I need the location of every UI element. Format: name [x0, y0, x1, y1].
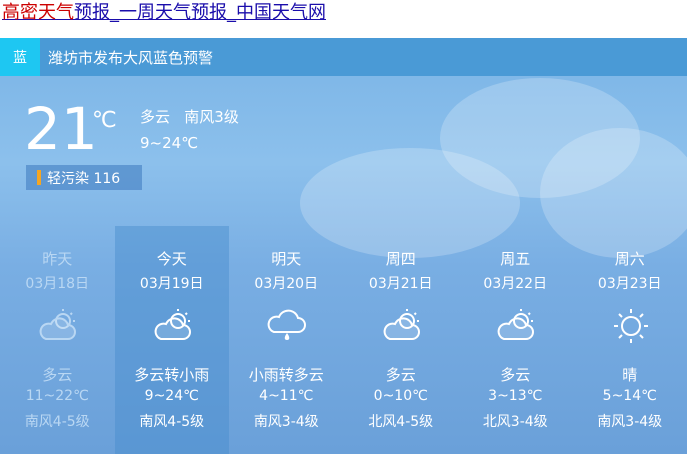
day-temperature: 4~11℃	[259, 388, 314, 404]
aqi-level-bar	[37, 170, 41, 185]
day-condition: 多云	[500, 366, 531, 384]
current-condition: 多云 南风3级	[140, 108, 239, 126]
day-temperature: 11~22℃	[25, 388, 89, 404]
day-date: 03月18日	[25, 276, 90, 292]
day-wind: 北风3-4级	[482, 414, 548, 430]
day-name: 今天	[156, 250, 187, 268]
forecast-day[interactable]: 明天 03月20日 小雨转多云 4~11℃ 南风3-4级	[229, 226, 344, 454]
day-date: 03月20日	[254, 276, 319, 292]
day-condition: 晴	[622, 366, 638, 384]
day-wind: 南风4-5级	[139, 414, 205, 430]
weather-alert-bar[interactable]: 蓝 潍坊市发布大风蓝色预警	[0, 38, 687, 76]
title-city: 高密天气	[2, 2, 74, 23]
current-temperature: 21	[24, 95, 98, 163]
day-temperature: 5~14℃	[602, 388, 657, 404]
cloudy-icon	[37, 306, 79, 346]
forecast-day[interactable]: 周四 03月21日 多云 0~10℃ 北风4-5级	[344, 226, 459, 454]
cloudy-icon	[495, 306, 537, 346]
air-quality-badge[interactable]: 轻污染 116	[26, 165, 142, 190]
forecast-day[interactable]: 周五 03月22日 多云 3~13℃ 北风3-4级	[458, 226, 573, 454]
day-name: 周四	[385, 250, 416, 268]
forecast-day[interactable]: 今天 03月19日 多云转小雨 9~24℃ 南风4-5级	[114, 226, 229, 454]
current-temp-range: 9~24℃	[140, 134, 199, 152]
day-temperature: 3~13℃	[488, 388, 543, 404]
day-name: 周六	[614, 250, 645, 268]
rain-icon	[266, 306, 308, 346]
temperature-unit: ℃	[92, 108, 117, 133]
page-title-link[interactable]: 高密天气预报_一周天气预报_中国天气网	[2, 1, 326, 25]
alert-level-badge: 蓝	[0, 38, 40, 76]
day-date: 03月23日	[597, 276, 662, 292]
day-date: 03月21日	[368, 276, 433, 292]
day-name: 周五	[500, 250, 531, 268]
forecast-day[interactable]: 昨天 03月18日 多云 11~22℃ 南风4-5级	[0, 226, 115, 454]
day-wind: 南风4-5级	[24, 414, 90, 430]
day-wind: 南风3-4级	[597, 414, 663, 430]
alert-text[interactable]: 潍坊市发布大风蓝色预警	[48, 47, 213, 68]
day-date: 03月22日	[483, 276, 548, 292]
day-name: 昨天	[42, 250, 73, 268]
forecast-day[interactable]: 周六 03月23日晴 5~14℃ 南风3-4级	[573, 226, 687, 454]
aqi-text: 轻污染 116	[47, 170, 121, 187]
forecast-row: 昨天 03月18日 多云 11~22℃ 南风4-5级 今天 03月19日 多云转小雨 9~24℃…	[0, 226, 687, 454]
day-condition: 多云	[385, 366, 416, 384]
cloudy-icon	[152, 306, 194, 346]
day-condition: 小雨转多云	[248, 366, 324, 384]
day-temperature: 9~24℃	[144, 388, 199, 404]
cloudy-icon	[381, 306, 423, 346]
day-temperature: 0~10℃	[373, 388, 428, 404]
day-condition: 多云转小雨	[134, 366, 210, 384]
sunny-icon	[610, 306, 652, 346]
day-wind: 北风4-5级	[368, 414, 434, 430]
day-date: 03月19日	[139, 276, 204, 292]
title-rest: 预报_一周天气预报_中国天气网	[74, 2, 326, 23]
day-condition: 多云	[42, 366, 73, 384]
day-wind: 南风3-4级	[253, 414, 319, 430]
weather-widget: 蓝 潍坊市发布大风蓝色预警 21 ℃ 多云 南风3级 9~24℃ 轻污染 116…	[0, 38, 687, 454]
day-name: 明天	[271, 250, 302, 268]
